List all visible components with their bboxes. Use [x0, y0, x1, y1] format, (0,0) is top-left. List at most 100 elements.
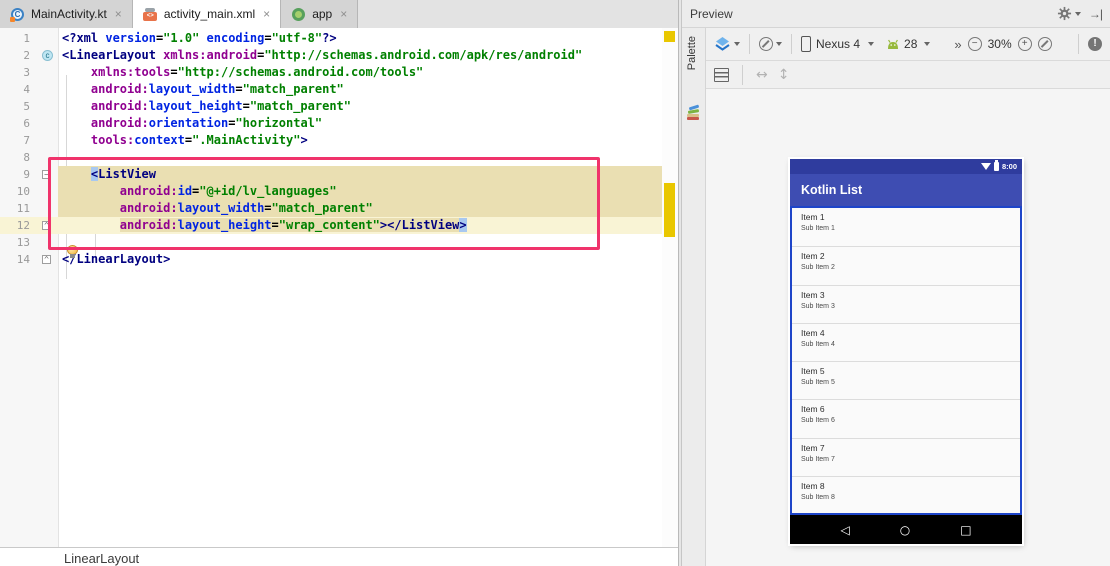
code-line[interactable]: 8 — [0, 149, 662, 166]
orientation-selector[interactable] — [759, 37, 782, 51]
code-text: android:layout_width="match_parent" — [58, 200, 662, 217]
close-icon[interactable]: × — [340, 7, 347, 21]
code-line[interactable]: 4 android:layout_width="match_parent" — [0, 81, 662, 98]
tab-activity-main-xml[interactable]: <> activity_main.xml × — [132, 0, 282, 29]
stretch-vertical-icon[interactable]: ↕ — [778, 67, 790, 83]
line-number: 3 — [23, 66, 30, 79]
code-line[interactable]: 7 tools:context=".MainActivity"> — [0, 132, 662, 149]
layout-decorations-icon[interactable] — [714, 67, 729, 82]
xml-file-icon: <> — [143, 7, 158, 22]
app-title: Kotlin List — [801, 183, 863, 197]
code-editor[interactable]: 1 <?xml version="1.0" encoding="utf-8"?> 2… — [0, 28, 678, 548]
fold-end-icon[interactable]: ^ — [42, 255, 51, 264]
tab-label: app — [312, 7, 333, 21]
battery-icon — [993, 160, 999, 171]
gear-icon[interactable] — [1057, 6, 1081, 21]
hide-panel-icon[interactable]: →| — [1089, 7, 1103, 21]
device-nav-bar: ◁ ○ □ — [790, 515, 1022, 544]
code-text: <ListView — [58, 166, 662, 183]
nav-back-icon[interactable]: ◁ — [840, 524, 849, 536]
close-icon[interactable]: × — [263, 7, 270, 21]
code-line[interactable]: 10 android:id="@+id/lv_languages" — [0, 183, 662, 200]
zoom-out-button[interactable]: − — [967, 37, 982, 51]
line-number: 14 — [16, 253, 30, 266]
list-item-subtitle: Sub Item 8 — [801, 494, 835, 502]
device-status-bar: 8:00 — [790, 159, 1022, 174]
line-number: 5 — [23, 100, 30, 113]
close-icon[interactable]: × — [115, 7, 122, 21]
listview-preview[interactable]: Item 1 Sub Item 1 Item 2 Sub Item 2 Item 3 Su… — [790, 206, 1022, 515]
warning-stripe-marker[interactable] — [664, 31, 675, 42]
design-surface-selector[interactable] — [714, 36, 740, 52]
nav-recents-icon[interactable]: □ — [960, 524, 971, 536]
device-preview[interactable]: 8:00 Kotlin List Item 1 Sub Item 1 Item 2 S… — [790, 159, 1022, 544]
list-item-subtitle: Sub Item 4 — [801, 340, 835, 348]
code-line[interactable]: 2 c <LinearLayout xmlns:android="http://sc… — [0, 47, 662, 64]
gutter-cell: ^ — [34, 251, 58, 268]
chevron-down-icon — [776, 42, 782, 46]
code-line[interactable]: 13 — [0, 234, 662, 251]
code-line[interactable]: 11 android:layout_width="match_parent" — [0, 200, 662, 217]
tab-label: MainActivity.kt — [31, 7, 107, 21]
gutter-cell: c — [34, 47, 58, 64]
list-item[interactable]: Item 5 Sub Item 5 — [792, 361, 1020, 399]
list-item-subtitle: Sub Item 6 — [801, 417, 835, 425]
code-text: android:layout_height="match_parent" — [90, 99, 352, 113]
render-errors-icon[interactable]: ! — [1088, 37, 1102, 51]
line-number: 2 — [23, 49, 30, 62]
gutter-cell — [34, 115, 58, 132]
code-line[interactable]: 1 <?xml version="1.0" encoding="utf-8"?> — [0, 30, 662, 47]
toolbar-overflow-icon[interactable]: » — [954, 37, 961, 52]
list-item[interactable]: Item 7 Sub Item 7 — [792, 437, 1020, 476]
code-text: android:layout_width="match_parent" — [90, 82, 344, 96]
line-number: 8 — [23, 151, 30, 164]
palette-tool-tab[interactable]: Palette — [682, 28, 706, 566]
device-selector[interactable]: Nexus 4 — [801, 36, 875, 52]
gutter-cell — [34, 64, 58, 81]
tab-mainactivity-kt[interactable]: C MainActivity.kt × — [0, 0, 133, 28]
layers-icon — [715, 37, 730, 51]
zoom-in-button[interactable]: + — [1017, 37, 1032, 51]
api-level-selector[interactable]: 28 — [886, 37, 931, 51]
breadcrumb-bar: LinearLayout — [0, 547, 678, 566]
preview-secondary-toolbar: ↔ ↕ — [706, 61, 1110, 89]
nav-home-icon[interactable]: ○ — [900, 524, 910, 536]
gutter-cell: − — [34, 166, 58, 183]
editor-scrollbar[interactable] — [662, 28, 678, 548]
list-item-title: Item 3 — [801, 289, 825, 300]
code-line[interactable]: 9 − <ListView — [0, 166, 662, 183]
list-item[interactable]: Item 2 Sub Item 2 — [792, 246, 1020, 284]
line-number: 1 — [23, 32, 30, 45]
preview-canvas: 8:00 Kotlin List Item 1 Sub Item 1 Item 2 S… — [706, 89, 1110, 566]
android-studio-window: C MainActivity.kt × <> activity_main.xml… — [0, 0, 1110, 566]
context-class-icon[interactable]: c — [42, 50, 53, 61]
code-line[interactable]: 5 android:layout_height="match_parent" — [0, 98, 662, 115]
zoom-reset-button[interactable] — [1037, 37, 1052, 51]
breadcrumb[interactable]: LinearLayout — [64, 551, 139, 566]
tab-app[interactable]: app × — [281, 0, 359, 28]
gutter-cell: ^ — [34, 217, 58, 234]
intention-lightbulb-icon[interactable] — [67, 245, 78, 258]
list-item-title: Item 8 — [801, 481, 825, 492]
list-item[interactable]: Item 4 Sub Item 4 — [792, 322, 1020, 361]
list-item[interactable]: Item 6 Sub Item 6 — [792, 399, 1020, 437]
chevron-down-icon — [924, 42, 931, 46]
stretch-horizontal-icon[interactable]: ↔ — [756, 67, 768, 83]
gutter-cell — [34, 98, 58, 115]
list-item-subtitle: Sub Item 7 — [801, 455, 835, 463]
fold-start-icon[interactable]: − — [42, 170, 51, 179]
line-number: 13 — [16, 236, 30, 249]
editor-pane: C MainActivity.kt × <> activity_main.xml… — [0, 0, 678, 566]
list-item[interactable]: Item 8 Sub Item 8 — [792, 476, 1020, 513]
line-number: 6 — [23, 117, 30, 130]
list-item[interactable]: Item 1 Sub Item 1 — [792, 208, 1020, 246]
code-line[interactable]: 14 ^ </LinearLayout> — [0, 251, 662, 268]
code-line[interactable]: 6 android:orientation="horizontal" — [0, 115, 662, 132]
code-line[interactable]: 12 ^ android:layout_height="wrap_content"… — [0, 217, 662, 234]
code-line[interactable]: 3 xmlns:tools="http://schemas.android.co… — [0, 64, 662, 81]
zoom-level: 30% — [987, 37, 1012, 51]
fold-end-icon[interactable]: ^ — [42, 221, 51, 230]
selection-stripe-marker[interactable] — [664, 183, 675, 237]
list-item[interactable]: Item 3 Sub Item 3 — [792, 284, 1020, 323]
